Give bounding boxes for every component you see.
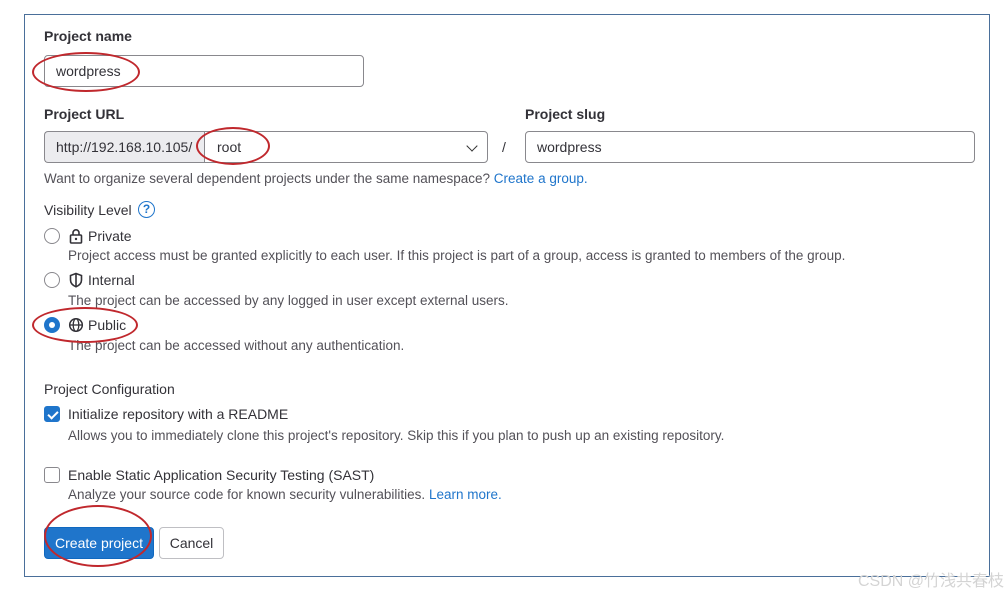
public-description: The project can be accessed without any … <box>68 338 405 353</box>
group-help: Want to organize several dependent proje… <box>44 171 588 186</box>
create-group-link[interactable]: Create a group. <box>494 171 588 186</box>
url-separator: / <box>502 139 506 155</box>
cancel-button[interactable]: Cancel <box>159 527 224 559</box>
public-label: Public <box>88 317 127 333</box>
readme-label: Initialize repository with a README <box>68 406 289 422</box>
private-description: Project access must be granted explicitl… <box>68 248 846 263</box>
readme-description: Allows you to immediately clone this pro… <box>68 428 725 443</box>
url-prefix: http://192.168.10.105/ <box>44 131 204 163</box>
readme-checkbox[interactable] <box>44 406 60 422</box>
project-slug-label: Project slug <box>525 106 606 122</box>
namespace-value: root <box>217 139 242 155</box>
sast-description: Analyze your source code for known secur… <box>68 487 426 502</box>
lock-icon <box>69 229 83 244</box>
internal-label: Internal <box>88 272 135 288</box>
shield-icon <box>69 272 83 288</box>
sast-help: Analyze your source code for known secur… <box>68 487 502 502</box>
project-slug-input[interactable]: wordpress <box>525 131 975 163</box>
globe-icon <box>68 317 84 333</box>
project-name-input[interactable]: wordpress <box>44 55 364 87</box>
create-project-button[interactable]: Create project <box>44 527 154 559</box>
watermark: CSDN @竹浅共春枝 <box>857 573 1004 590</box>
sast-label: Enable Static Application Security Testi… <box>68 467 375 483</box>
private-label: Private <box>88 228 132 244</box>
question-icon[interactable]: ? <box>138 201 155 218</box>
group-help-text: Want to organize several dependent proje… <box>44 171 491 186</box>
chevron-down-icon <box>466 140 478 152</box>
radio-public[interactable] <box>44 317 60 333</box>
project-url-label: Project URL <box>44 106 125 122</box>
internal-description: The project can be accessed by any logge… <box>68 293 509 308</box>
radio-internal[interactable] <box>44 272 60 288</box>
learn-more-link[interactable]: Learn more. <box>429 487 502 502</box>
visibility-level-label: Visibility Level <box>44 202 132 218</box>
radio-private[interactable] <box>44 228 60 244</box>
namespace-select[interactable]: root <box>204 131 488 163</box>
project-name-label: Project name <box>44 28 132 44</box>
sast-checkbox[interactable] <box>44 467 60 483</box>
project-configuration-heading: Project Configuration <box>44 381 175 397</box>
